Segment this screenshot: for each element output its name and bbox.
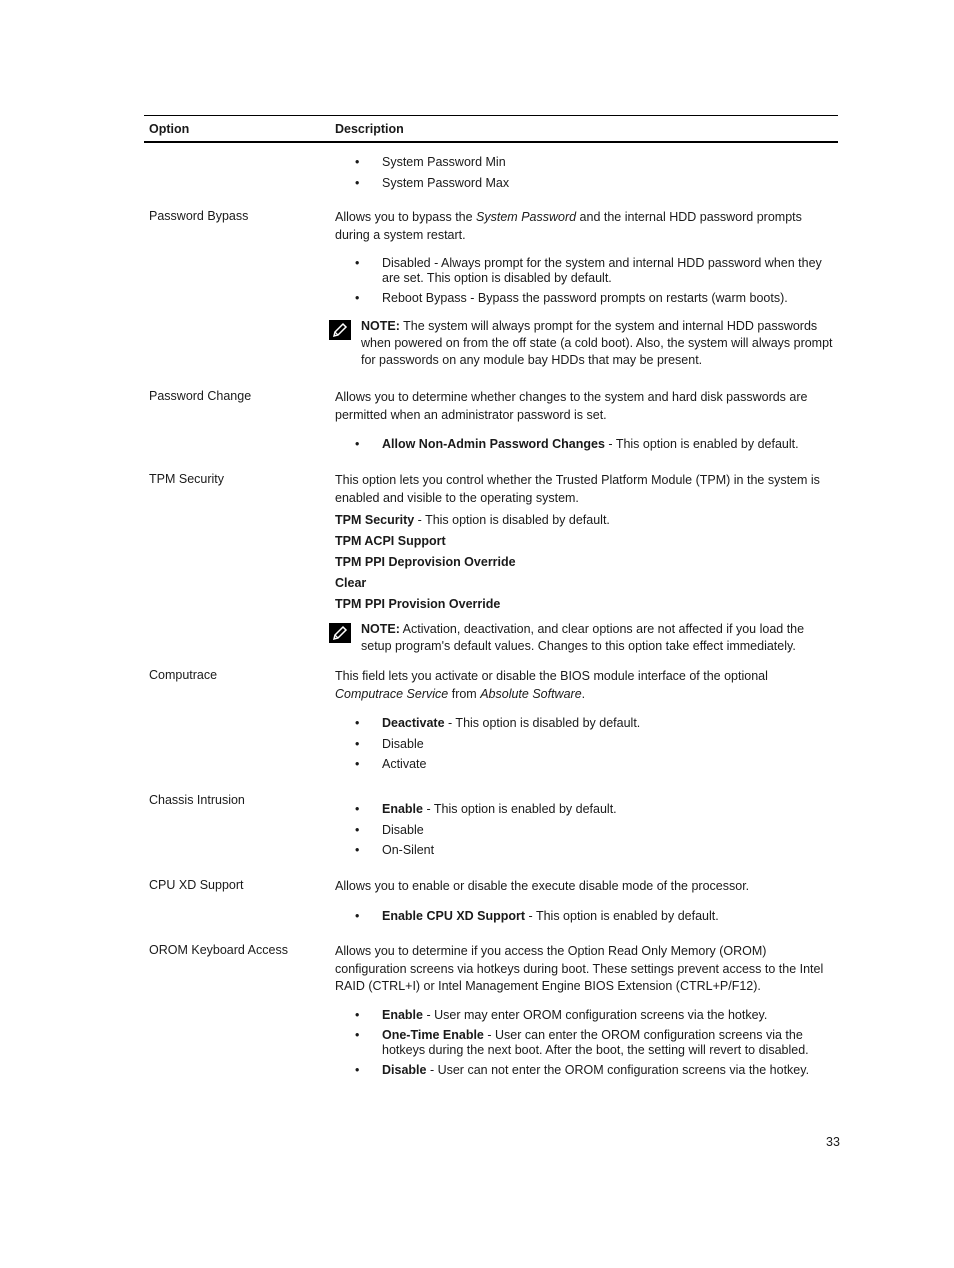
list-item: • One-Time Enable - User can enter the OR…: [355, 1028, 809, 1057]
list-item: • Enable - User may enter OROM configurat…: [355, 1007, 768, 1022]
description: This option lets you control whether the…: [335, 473, 820, 505]
note: NOTE: The system will always prompt for …: [329, 318, 838, 369]
list-item: • On-Silent: [355, 843, 435, 857]
option-label: TPM Security: [149, 472, 225, 486]
list-item: • Enable - This option is enabled by defa…: [355, 802, 617, 816]
description: Allows you to determine whether changes …: [335, 390, 808, 422]
table-header: Option Description: [144, 116, 838, 143]
table-row-cpu-xd-support: CPU XD Support Allows you to enable or d…: [144, 878, 838, 928]
note: NOTE: Activation, deactivation, and clea…: [329, 621, 838, 655]
option-label: Password Change: [149, 389, 252, 403]
page-number: 33: [826, 1135, 840, 1149]
table-row-chassis-intrusion: Chassis Intrusion • Enable - This option …: [144, 793, 838, 863]
list-item: • System Password Min: [355, 155, 506, 169]
list-item: • Enable CPU XD Support - This option is …: [355, 908, 719, 923]
option-label: OROM Keyboard Access: [149, 943, 288, 957]
note-text: Activation, deactivation, and clear opti…: [361, 622, 805, 653]
option-label: Chassis Intrusion: [149, 793, 245, 807]
list-item: • Activate: [355, 757, 427, 771]
option-label: Computrace: [149, 668, 218, 682]
option-label: Password Bypass: [149, 209, 249, 223]
tpm-line: TPM Security - This option is disabled b…: [335, 513, 610, 527]
header-option: Option: [149, 121, 190, 136]
description: Allows you to enable or disable the exec…: [335, 879, 750, 893]
table-row-continuation: • System Password Min • System Password Ma…: [144, 154, 838, 195]
list-item: • Allow Non-Admin Password Changes - This…: [355, 437, 799, 451]
table-row-orom-keyboard-access: OROM Keyboard Access Allows you to deter…: [144, 943, 838, 1084]
description: Allows you to bypass the System Password…: [335, 210, 802, 242]
tpm-line: TPM PPI Deprovision Override: [335, 555, 516, 569]
list-item: • Disable: [355, 736, 424, 751]
note-label: NOTE:: [361, 318, 400, 333]
header-description: Description: [335, 121, 404, 136]
description: Allows you to determine if you access th…: [335, 944, 824, 993]
tpm-line: TPM ACPI Support: [335, 534, 446, 548]
table-row-password-bypass: Password Bypass Allows you to bypass the…: [144, 209, 838, 369]
option-label: CPU XD Support: [149, 878, 244, 892]
table-row-tpm-security: TPM Security This option lets you contro…: [144, 472, 838, 655]
list-item: • Deactivate - This option is disabled by…: [355, 716, 641, 730]
table-row-computrace: Computrace This field lets you activate …: [144, 668, 838, 777]
options-table: Option Description: [144, 115, 838, 143]
list-item: • Disable: [355, 822, 424, 837]
list-item: • System Password Max: [355, 175, 510, 190]
pencil-note-icon: [329, 319, 351, 340]
list-item: • Disable - User can not enter the OROM c…: [355, 1063, 810, 1077]
note-label: NOTE:: [361, 622, 400, 636]
pencil-note-icon: [329, 623, 351, 643]
description: This field lets you activate or disable …: [335, 669, 768, 701]
list-item: • Reboot Bypass - Bypass the password pro…: [355, 291, 788, 305]
tpm-line: Clear: [335, 576, 367, 590]
list-item: • Disabled - Always prompt for the system…: [355, 256, 822, 285]
table-row-password-change: Password Change Allows you to determine …: [144, 389, 838, 457]
note-text: The system will always prompt for the sy…: [361, 318, 833, 367]
tpm-line: TPM PPI Provision Override: [335, 597, 501, 611]
